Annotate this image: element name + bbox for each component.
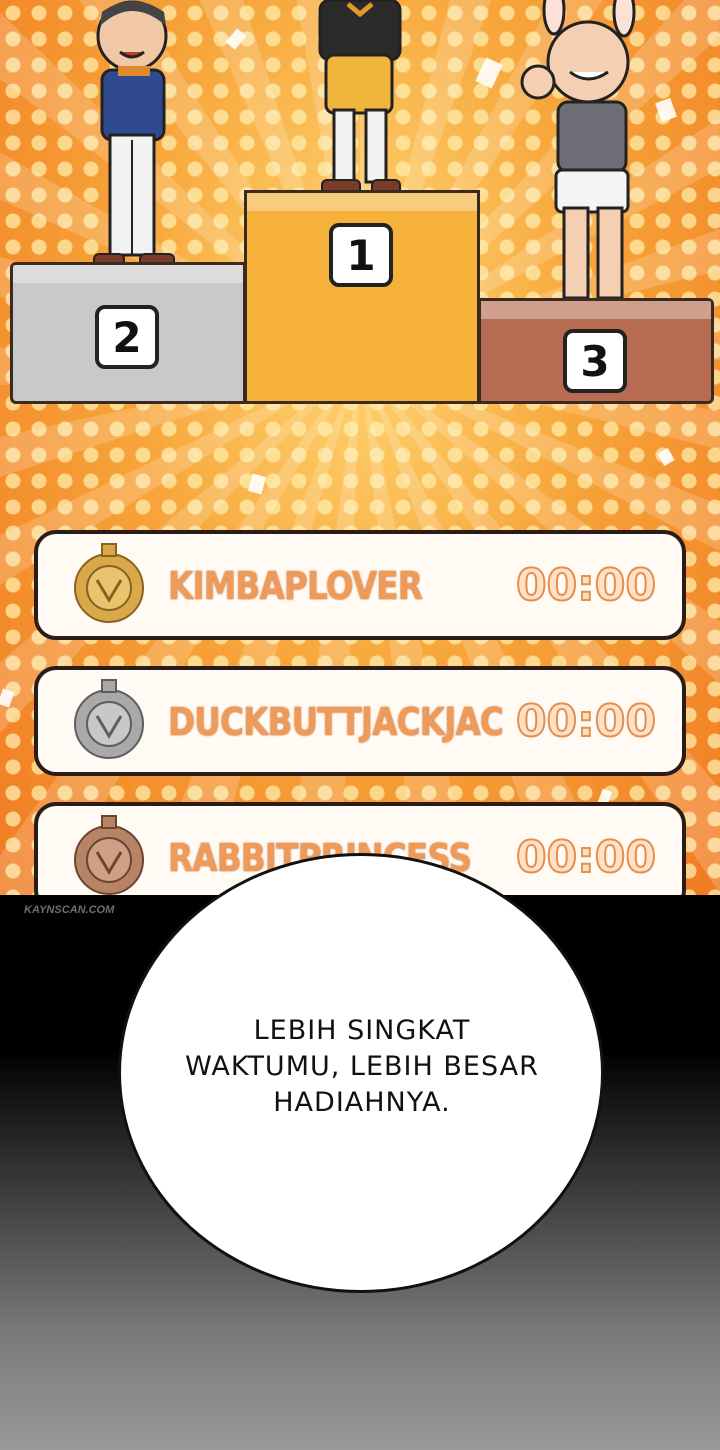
bronze-medal-icon bbox=[74, 815, 144, 895]
silver-medal-icon bbox=[74, 679, 144, 759]
confetti bbox=[0, 688, 15, 708]
confetti bbox=[247, 473, 267, 495]
confetti bbox=[655, 97, 677, 123]
speech-line: LEBIH SINGKAT bbox=[253, 1015, 471, 1046]
leaderboard-row-2: DUCKBUTTJACKJAC 00:00 bbox=[34, 666, 686, 776]
player-time: 00:00 bbox=[515, 695, 657, 748]
rank-number-3: 3 bbox=[563, 329, 627, 393]
podium-panel: 2 1 3 KIMBAPLOVER 00:00 DUCKBUTTJACKJAC … bbox=[0, 0, 720, 900]
confetti bbox=[657, 447, 675, 467]
speech-text: LEBIH SINGKAT WAKTUMU, LEBIH BESAR HADIA… bbox=[150, 1013, 574, 1121]
gold-medal-icon bbox=[74, 543, 144, 623]
player-time: 00:00 bbox=[515, 831, 657, 884]
watermark-text: KAYNSCAN.COM bbox=[24, 904, 115, 916]
player-name: KIMBAPLOVER bbox=[168, 564, 423, 608]
first-place-character bbox=[318, 0, 402, 197]
podium-top-surface bbox=[13, 265, 243, 283]
third-place-character bbox=[520, 0, 636, 300]
podium-third-place: 3 bbox=[478, 298, 714, 404]
leaderboard-row-1: KIMBAPLOVER 00:00 bbox=[34, 530, 686, 640]
second-place-character bbox=[93, 0, 175, 269]
speech-line: WAKTUMU, LEBIH BESAR bbox=[185, 1051, 539, 1082]
confetti bbox=[475, 57, 503, 89]
player-time: 00:00 bbox=[515, 559, 657, 612]
rank-number-2: 2 bbox=[95, 305, 159, 369]
confetti bbox=[225, 28, 247, 50]
podium-second-place: 2 bbox=[10, 262, 246, 404]
player-name: DUCKBUTTJACKJAC bbox=[168, 700, 504, 744]
podium-first-place: 1 bbox=[244, 190, 480, 404]
podium-top-surface bbox=[481, 301, 711, 319]
speech-line: HADIAHNYA. bbox=[273, 1087, 451, 1118]
rank-number-1: 1 bbox=[329, 223, 393, 287]
podium-top-surface bbox=[247, 193, 477, 211]
